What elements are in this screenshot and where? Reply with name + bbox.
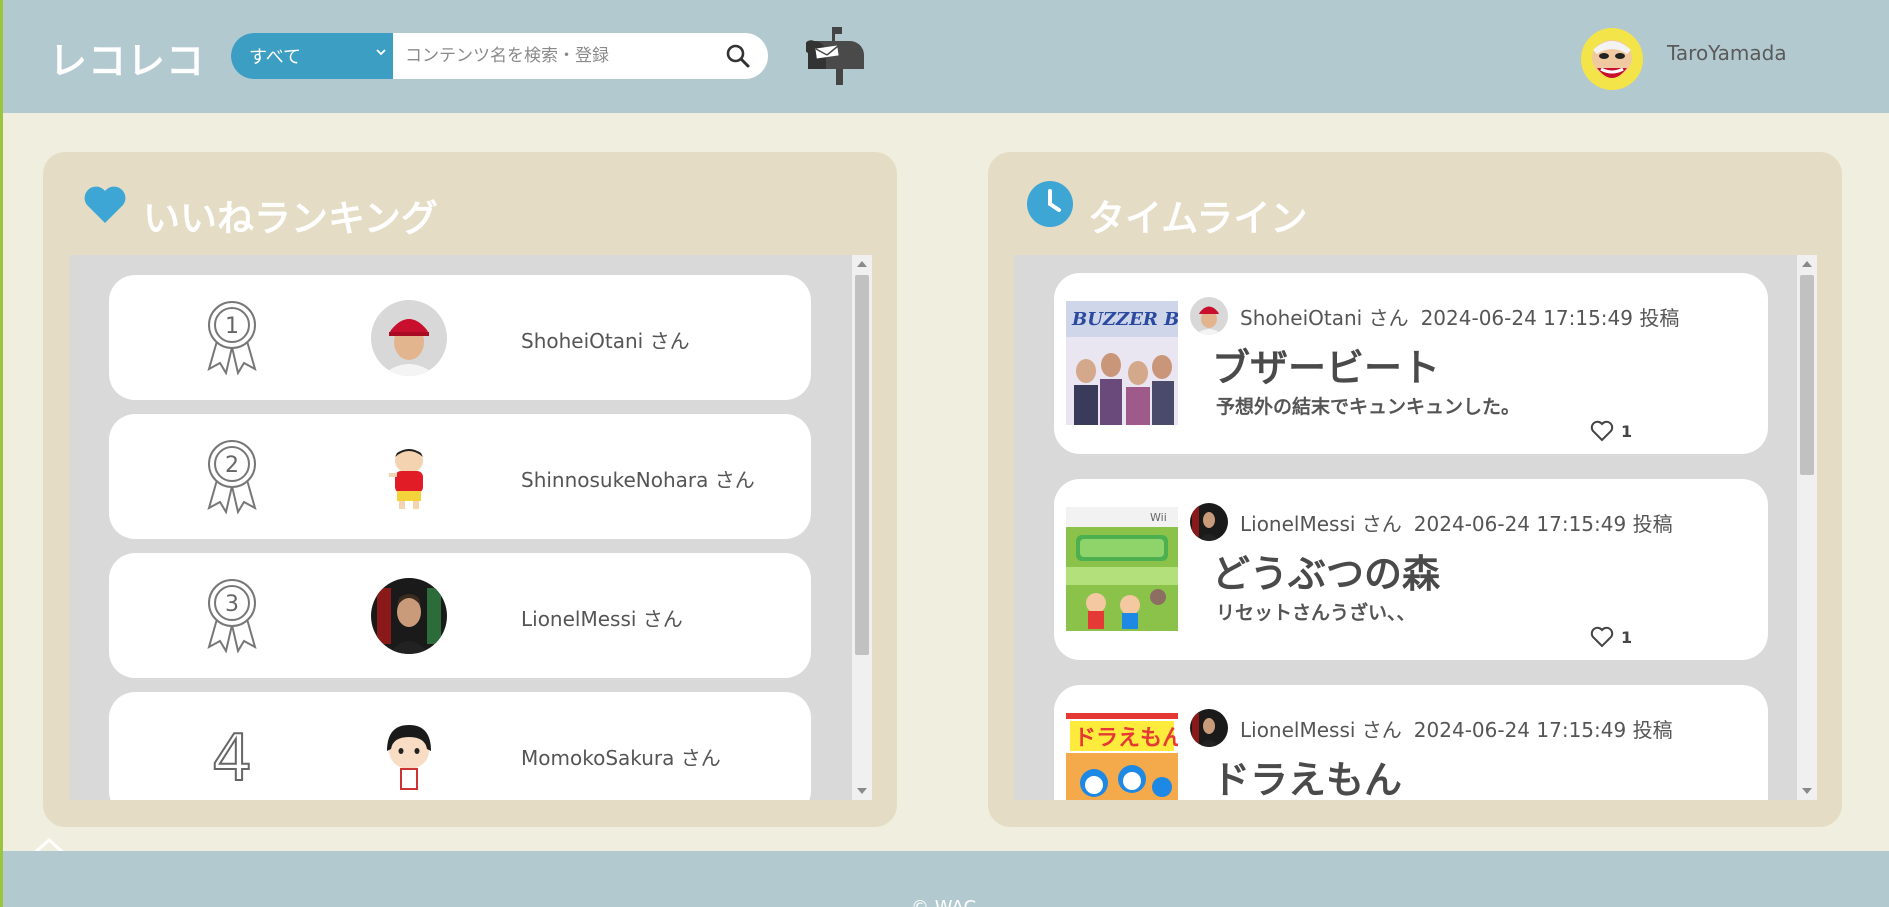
ranking-title: いいねランキング [143,197,438,240]
post-user-name[interactable]: LionelMessi さん [1240,718,1402,742]
content-thumbnail[interactable]: BUZZER BEAT [1066,301,1178,425]
avatar[interactable] [371,578,447,654]
heart-outline-icon [1590,626,1614,648]
content-thumbnail-image: BUZZER BEAT [1066,301,1178,425]
scroll-up-arrow[interactable] [857,261,867,267]
copyright-text: © WAC [911,897,976,907]
scroll-thumb[interactable] [855,275,869,655]
content-thumbnail[interactable]: ドラえもん [1066,713,1178,800]
content-thumbnail[interactable]: Wii [1066,507,1178,631]
search-category-value: すべて [249,47,302,68]
ranking-row[interactable]: 1 ShoheiOtani さん [109,275,811,400]
avatar[interactable] [371,300,447,376]
like-button[interactable]: 1 [1590,626,1632,648]
like-count: 1 [1621,627,1633,647]
medal-icon: 2 [207,440,257,514]
medal-icon: 3 [207,579,257,653]
ranking-row[interactable]: 3 LionelMessi さん [109,553,811,678]
heart-outline-icon [1590,420,1614,442]
avatar-image [371,439,447,515]
avatar-image [371,300,447,376]
post-date: 2024-06-24 17:15:49 投稿 [1413,718,1673,742]
user-avatar-image [1581,28,1643,90]
search-button[interactable] [708,33,768,79]
post-user-name[interactable]: LionelMessi さん [1240,512,1402,536]
rank-number: 2 [225,453,239,478]
svg-text:ドラえもん: ドラえもん [1074,726,1178,751]
avatar[interactable] [1190,297,1228,335]
ranking-user-name[interactable]: ShinnosukeNohara さん [521,464,755,493]
avatar[interactable] [371,439,447,515]
timeline-scrollbar[interactable] [1797,255,1817,800]
ranking-user-name[interactable]: LionelMessi さん [521,603,683,632]
avatar[interactable] [371,717,447,793]
like-ranking-panel: いいねランキング 1 ShoheiOtani さん 2 ShinnosukeNo… [43,152,897,827]
search-icon [726,44,750,68]
medal-icon: 1 [207,301,257,375]
post-title[interactable]: ドラえもん [1212,749,1402,800]
content-thumbnail-image: ドラえもん [1066,713,1178,800]
avatar-image [371,717,447,793]
chevron-down-icon [376,49,386,56]
rank-number: 4 [212,722,253,792]
avatar[interactable] [1190,503,1228,541]
footer: © WAC [3,851,1889,907]
timeline-panel: タイムライン BUZZER BEAT [988,152,1842,827]
rank-number: 3 [225,592,239,617]
svg-text:BUZZER BEAT: BUZZER BEAT [1071,309,1178,330]
rank-number-icon: 4 [211,721,254,792]
ranking-scrollbar[interactable] [852,255,872,800]
user-avatar[interactable] [1581,28,1643,90]
content-thumbnail-image: Wii [1066,507,1178,631]
ranking-user-name[interactable]: ShoheiOtani さん [521,325,690,354]
post-date: 2024-06-24 17:15:49 投稿 [1413,512,1673,536]
ranking-user-name[interactable]: MomokoSakura さん [521,742,721,771]
avatar-image [1190,297,1228,335]
timeline-post[interactable]: ドラえもん LionelMessi さん 2024-06-24 17:15:49… [1054,685,1768,800]
timeline-post[interactable]: Wii LionelMessi さん 2024-06-24 17:15:49 投… [1054,479,1768,660]
rank-number: 1 [225,314,239,339]
post-body: 予想外の結末でキュンキュンした。 [1216,396,1521,418]
search-input[interactable] [393,33,708,79]
timeline-post[interactable]: BUZZER BEAT [1054,273,1768,454]
ranking-row[interactable]: 2 ShinnosukeNohara さん [109,414,811,539]
avatar-image [1190,709,1228,747]
search-bar: すべて [231,33,768,79]
heart-icon [84,186,126,223]
post-meta: ShoheiOtani さん 2024-06-24 17:15:49 投稿 [1240,302,1679,331]
like-button[interactable]: 1 [1590,420,1632,442]
post-title[interactable]: ブザービート [1212,337,1440,392]
svg-text:Wii: Wii [1150,511,1167,524]
scroll-down-arrow[interactable] [1802,788,1812,794]
clock-icon [1027,181,1073,227]
post-title[interactable]: どうぶつの森 [1212,543,1440,598]
scroll-up-arrow[interactable] [1802,261,1812,267]
post-date: 2024-06-24 17:15:49 投稿 [1420,306,1680,330]
scroll-thumb[interactable] [1800,275,1814,475]
like-count: 1 [1621,421,1633,441]
post-body: リセットさんうざい、、 [1216,602,1416,624]
avatar-image [1190,503,1228,541]
timeline-title: タイムライン [1088,197,1308,240]
ranking-list[interactable]: 1 ShoheiOtani さん 2 ShinnosukeNohara さん 3… [69,255,872,800]
post-meta: LionelMessi さん 2024-06-24 17:15:49 投稿 [1240,714,1673,743]
post-meta: LionelMessi さん 2024-06-24 17:15:49 投稿 [1240,508,1673,537]
top-header: レコレコ すべて コンテンツ名を検索・登録 TaroYamada [3,0,1889,113]
avatar-image [371,578,447,654]
mailbox-icon[interactable] [806,25,868,87]
scroll-down-arrow[interactable] [857,788,867,794]
timeline-list[interactable]: BUZZER BEAT [1014,255,1817,800]
user-name[interactable]: TaroYamada [1667,41,1787,65]
ranking-row[interactable]: 4 MomokoSakura さん [109,692,811,800]
post-user-name[interactable]: ShoheiOtani さん [1240,306,1409,330]
avatar[interactable] [1190,709,1228,747]
app-logo[interactable]: レコレコ [49,30,205,85]
search-category-select[interactable]: すべて [231,33,393,79]
